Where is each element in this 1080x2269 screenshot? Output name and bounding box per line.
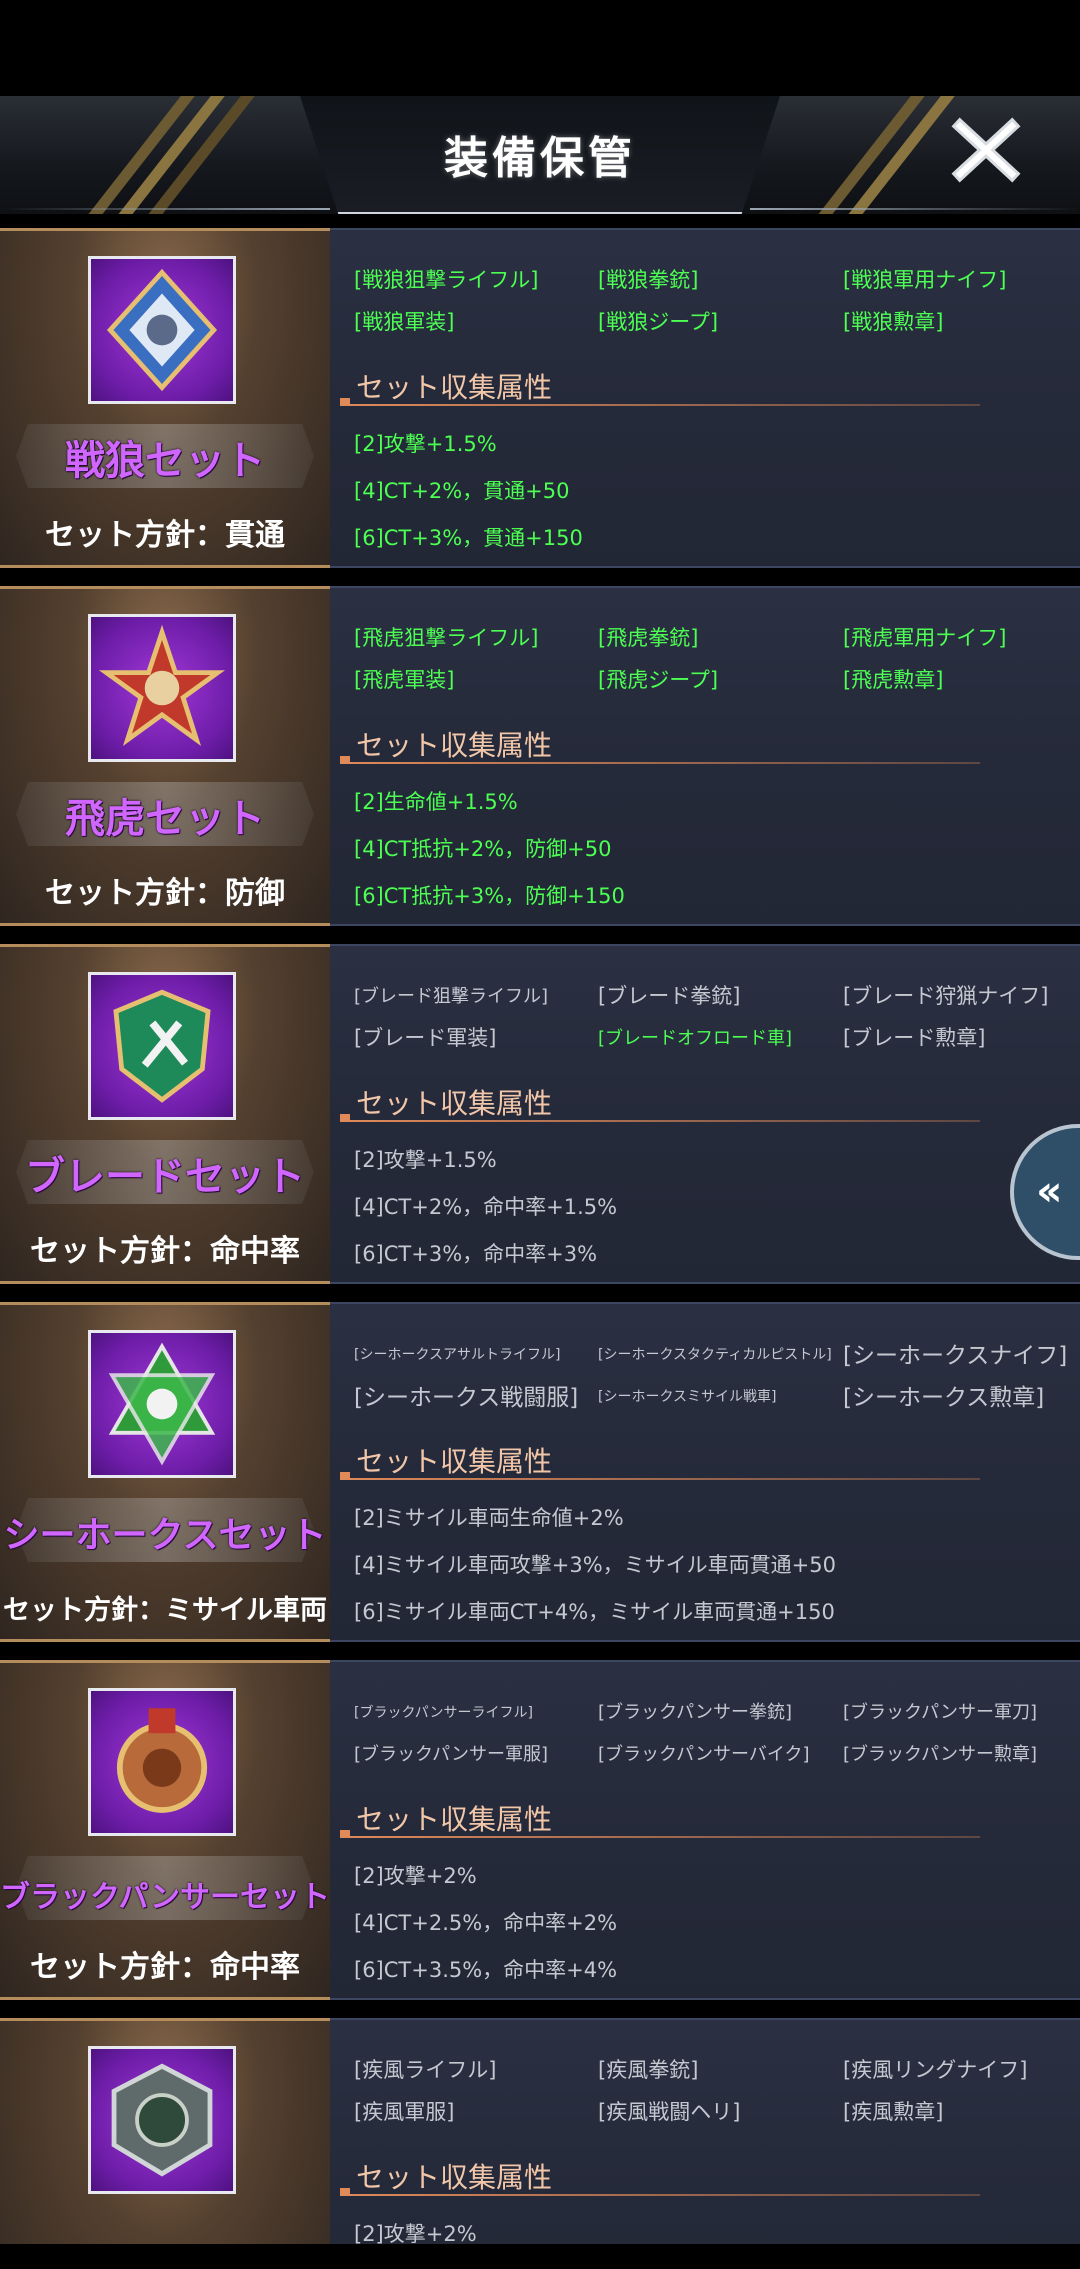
section-marker <box>340 1830 350 1836</box>
set-attribute: [4]CT+2%，命中率+1.5% <box>354 1195 618 1219</box>
set-attribute: [2]攻撃+2% <box>354 1864 477 1888</box>
equip-item: [戦狼軍用ナイフ] <box>843 268 1007 292</box>
section-divider <box>340 1120 980 1122</box>
set-card-gale[interactable]: [疾風ライフル] [疾風拳銃] [疾風リングナイフ] [疾風軍服] [疾風戦闘ヘ… <box>0 2018 1080 2244</box>
set-card-black-panther[interactable]: ブラックパンサーセット セット方針：命中率 [ブラックパンサーライフル] [ブラ… <box>0 1660 1080 2000</box>
set-attribute: [2]生命値+1.5% <box>354 790 518 814</box>
equip-item: [シーホークス勲章] <box>843 1385 1045 1411</box>
section-title: セット収集属性 <box>356 1087 553 1120</box>
equip-item: [ブレード拳銃] <box>598 984 741 1008</box>
section-marker <box>340 1114 350 1120</box>
equip-item: [戦狼拳銃] <box>598 268 699 292</box>
set-attribute: [4]CT抵抗+2%，防御+50 <box>354 837 612 861</box>
gale-medal-icon <box>88 2046 236 2194</box>
section-marker <box>340 1472 350 1478</box>
section-marker <box>340 756 350 762</box>
equip-item: [ブレード勲章] <box>843 1026 986 1050</box>
section-divider <box>340 404 980 406</box>
equip-item: [飛虎ジープ] <box>598 668 719 692</box>
section-divider <box>340 2194 980 2196</box>
set-name: ブラックパンサーセット <box>0 1880 330 1915</box>
equip-item: [ブラックパンサーライフル] <box>354 1705 533 1721</box>
section-marker <box>340 2188 350 2194</box>
equip-item: [シーホークスタクティカルピストル] <box>598 1347 832 1363</box>
equip-item: [飛虎勲章] <box>843 668 944 692</box>
equip-item: [シーホークスミサイル戦車] <box>598 1389 777 1405</box>
set-attribute: [6]ミサイル車両CT+4%，ミサイル車両貫通+150 <box>354 1600 835 1624</box>
header-divider <box>750 208 1080 210</box>
equip-item: [シーホークス戦闘服] <box>354 1385 579 1411</box>
equip-item: [ブレード狙撃ライフル] <box>354 986 549 1007</box>
set-attribute: [2]攻撃+1.5% <box>354 432 497 456</box>
section-title: セット収集属性 <box>356 371 553 404</box>
set-attribute: [2]攻撃+1.5% <box>354 1148 497 1172</box>
equip-item: [飛虎軍装] <box>354 668 455 692</box>
equip-item: [ブラックパンサー拳銃] <box>598 1702 793 1723</box>
set-attribute: [4]CT+2.5%，命中率+2% <box>354 1911 618 1935</box>
section-title: セット収集属性 <box>356 2161 553 2194</box>
set-card-flying-tiger[interactable]: 飛虎セット セット方針：防御 [飛虎狙撃ライフル] [飛虎拳銃] [飛虎軍用ナイ… <box>0 586 1080 926</box>
equip-item: [疾風拳銃] <box>598 2058 699 2082</box>
set-card-blade[interactable]: ブレードセット セット方針：命中率 [ブレード狙撃ライフル] [ブレード拳銃] … <box>0 944 1080 1284</box>
equip-item: [戦狼軍装] <box>354 310 455 334</box>
set-policy: セット方針：命中率 <box>30 1950 300 1985</box>
set-attribute: [2]ミサイル車両生命値+2% <box>354 1506 624 1530</box>
equip-item: [疾風リングナイフ] <box>843 2058 1028 2082</box>
set-attribute: [6]CT+3%，貫通+150 <box>354 526 583 550</box>
equip-item: [ブラックパンサー勲章] <box>843 1744 1038 1765</box>
set-card-right-panel <box>330 2018 1080 2244</box>
set-attribute: [4]CT+2%，貫通+50 <box>354 479 570 503</box>
equip-item: [飛虎軍用ナイフ] <box>843 626 1007 650</box>
set-card-warwolf[interactable]: 戦狼セット セット方針：貫通 [戦狼狙撃ライフル] [戦狼拳銃] [戦狼軍用ナイ… <box>0 228 1080 568</box>
equip-item: [シーホークスナイフ] <box>843 1343 1068 1369</box>
equip-item: [飛虎拳銃] <box>598 626 699 650</box>
set-attribute: [6]CT+3.5%，命中率+4% <box>354 1958 618 1982</box>
equip-item: [戦狼勲章] <box>843 310 944 334</box>
set-name: シーホークスセット <box>3 1515 327 1556</box>
section-divider <box>340 1836 980 1838</box>
set-attribute: [2]攻撃+2% <box>354 2222 477 2244</box>
section-title: セット収集属性 <box>356 1445 553 1478</box>
equip-item: [シーホークスアサルトライフル] <box>354 1347 561 1363</box>
set-policy: セット方針：防御 <box>45 876 285 911</box>
wolf-medal-icon <box>88 256 236 404</box>
equip-item: [ブラックパンサー軍刀] <box>843 1702 1038 1723</box>
set-policy: セット方針：命中率 <box>30 1234 300 1269</box>
chevron-left-double-icon: ‹‹ <box>1036 1166 1062 1215</box>
equip-item: [飛虎狙撃ライフル] <box>354 626 539 650</box>
equip-item: [疾風軍服] <box>354 2100 455 2124</box>
section-title: セット収集属性 <box>356 1803 553 1836</box>
equip-item: [疾風勲章] <box>843 2100 944 2124</box>
set-name: ブレードセット <box>25 1154 305 1200</box>
set-attribute: [6]CT+3%，命中率+3% <box>354 1242 598 1266</box>
set-policy: セット方針：ミサイル車両 <box>3 1595 327 1626</box>
equip-item: [ブレード狩猟ナイフ] <box>843 984 1049 1008</box>
equip-item: [ブラックパンサー軍服] <box>354 1744 549 1765</box>
set-name: 飛虎セット <box>65 796 265 842</box>
panther-medal-icon <box>88 1688 236 1836</box>
tiger-medal-icon <box>88 614 236 762</box>
section-title: セット収集属性 <box>356 729 553 762</box>
equip-item: [戦狼狙撃ライフル] <box>354 268 539 292</box>
set-name: 戦狼セット <box>65 438 265 484</box>
set-attribute: [4]ミサイル車両攻撃+3%，ミサイル車両貫通+50 <box>354 1553 836 1577</box>
section-divider <box>340 762 980 764</box>
close-button[interactable] <box>950 114 1022 186</box>
set-card-seahawks[interactable]: シーホークスセット セット方針：ミサイル車両 [シーホークスアサルトライフル] … <box>0 1302 1080 1642</box>
equip-item: [ブラックパンサーバイク] <box>598 1744 810 1765</box>
equip-item: [疾風戦闘ヘリ] <box>598 2100 741 2124</box>
equip-item: [ブレードオフロード車] <box>598 1028 793 1049</box>
equip-item: [ブレード軍装] <box>354 1026 497 1050</box>
equip-item: [戦狼ジープ] <box>598 310 719 334</box>
hexagram-medal-icon <box>88 1330 236 1478</box>
blade-shield-icon <box>88 972 236 1120</box>
section-divider <box>340 1478 980 1480</box>
section-marker <box>340 398 350 404</box>
close-icon <box>951 117 1021 183</box>
header-divider <box>0 208 330 210</box>
page-title: 装備保管 <box>444 133 636 184</box>
set-policy: セット方針：貫通 <box>45 518 285 553</box>
set-attribute: [6]CT抵抗+3%，防御+150 <box>354 884 625 908</box>
equip-item: [疾風ライフル] <box>354 2058 497 2082</box>
